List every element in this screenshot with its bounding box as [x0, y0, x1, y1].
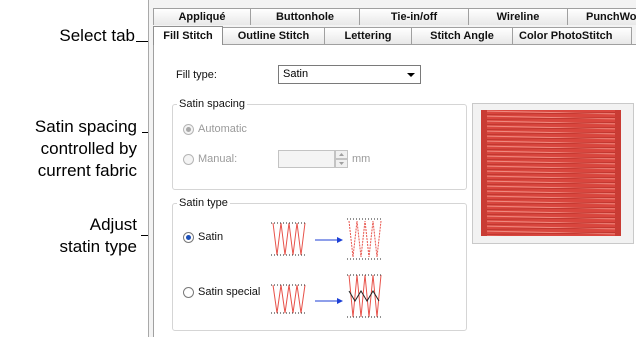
tab-punchwork[interactable]: PunchWork: [567, 8, 636, 25]
callout-satin-spacing-line2: controlled by: [40, 139, 137, 158]
satin-option-label: Satin: [198, 231, 224, 243]
fill-type-value: Satin: [283, 68, 309, 80]
tab-buttonhole[interactable]: Buttonhole: [250, 8, 360, 25]
tab-applique[interactable]: Appliqué: [153, 8, 251, 25]
radio-dot: [186, 235, 191, 240]
callout-satin-spacing: Satin spacing controlled by current fabr…: [0, 116, 137, 182]
satin-spacing-group: Satin spacing: [172, 98, 467, 190]
automatic-radio[interactable]: [183, 124, 194, 135]
callout-satin-type-line2: statin type: [59, 237, 138, 256]
tab-tie-in-off[interactable]: Tie-in/off: [359, 8, 469, 25]
manual-radio[interactable]: [183, 154, 194, 165]
tab-wireline[interactable]: Wireline: [468, 8, 568, 25]
satin-special-option-label: Satin special: [198, 286, 261, 298]
fill-type-label: Fill type:: [176, 69, 217, 81]
callout-satin-type-line1: Adjust: [89, 215, 137, 234]
tab-outline-stitch[interactable]: Outline Stitch: [222, 27, 325, 44]
fill-stitch-panel: Fill type: Satin Satin spacing Automatic…: [153, 44, 636, 337]
chevron-up-icon: [339, 153, 344, 156]
chevron-down-icon: [339, 162, 344, 165]
zigzag-stitch-icon: [271, 284, 307, 314]
tab-stitch-angle[interactable]: Stitch Angle: [411, 27, 513, 44]
satin-special-radio[interactable]: [183, 287, 194, 298]
satin-special-diagram: [271, 274, 383, 318]
stitch-preview-panel: [472, 103, 634, 244]
zigzag-stitch-icon: [347, 218, 383, 260]
satin-stitch-diagram: [271, 218, 383, 260]
satin-radio[interactable]: [183, 232, 194, 243]
zigzag-stitch-icon: [271, 222, 307, 256]
tab-row-back: Appliqué Buttonhole Tie-in/off Wireline …: [153, 8, 636, 25]
manual-label: Manual:: [198, 153, 238, 165]
satin-spacing-title: Satin spacing: [177, 98, 248, 110]
spin-up-button[interactable]: [335, 150, 348, 159]
callout-select-tab: Select tab: [20, 25, 135, 47]
spin-down-button[interactable]: [335, 159, 348, 168]
callout-satin-type: Adjust statin type: [40, 214, 138, 258]
tab-fill-stitch[interactable]: Fill Stitch: [153, 26, 223, 45]
callout-satin-spacing-line3: current fabric: [37, 161, 137, 180]
arrow-right-icon: [315, 298, 343, 304]
callout-select-tab-text: Select tab: [59, 26, 135, 45]
chevron-down-icon: [407, 73, 415, 77]
satin-type-title: Satin type: [177, 197, 230, 209]
tab-lettering[interactable]: Lettering: [324, 27, 412, 44]
fill-type-dropdown[interactable]: Satin: [278, 65, 421, 84]
callout-satin-spacing-line1: Satin spacing: [34, 117, 137, 136]
automatic-label: Automatic: [198, 123, 247, 135]
arrow-right-icon: [315, 237, 343, 243]
manual-spacing-input[interactable]: [278, 150, 335, 168]
tab-color-photostitch[interactable]: Color PhotoStitch: [512, 27, 632, 44]
zigzag-stitch-icon: [347, 274, 383, 318]
tab-row-front: Fill Stitch Outline Stitch Lettering Sti…: [153, 26, 632, 45]
object-properties-dialog: Appliqué Buttonhole Tie-in/off Wireline …: [148, 0, 636, 337]
radio-dot: [186, 127, 191, 132]
mm-unit-label: mm: [352, 153, 371, 165]
satin-stitch-preview: [481, 110, 621, 236]
